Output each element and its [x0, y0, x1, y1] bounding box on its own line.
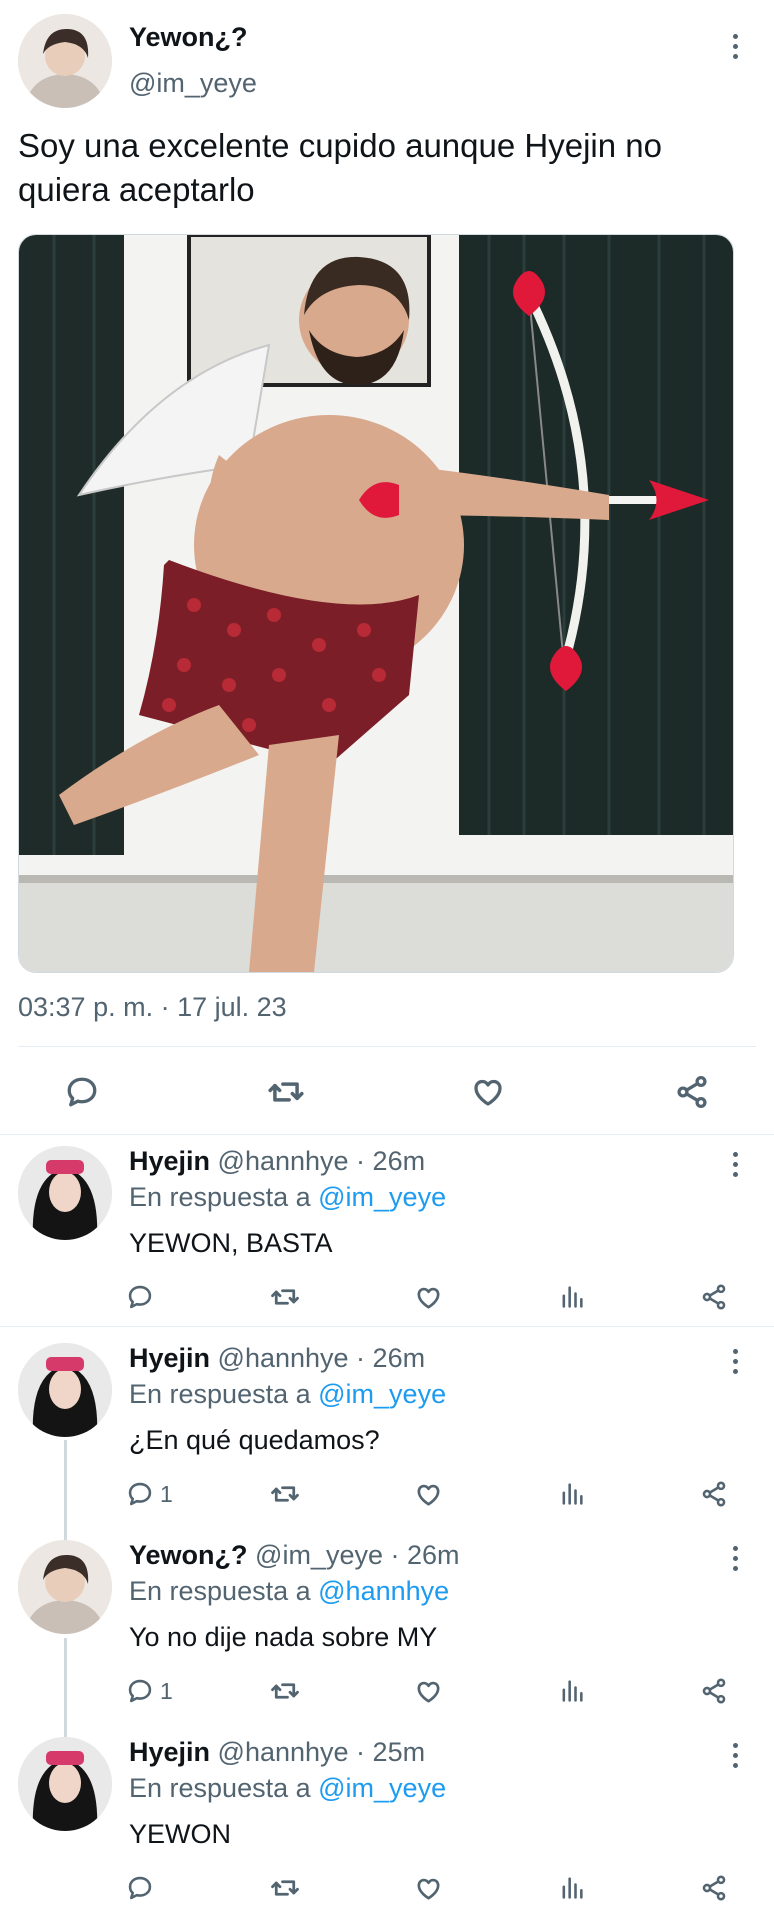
like-icon[interactable]	[414, 1477, 443, 1511]
retweet-icon[interactable]	[270, 1477, 300, 1511]
reply-context: En respuesta a @im_yeye	[129, 1379, 446, 1410]
divider	[18, 1046, 756, 1047]
reply-to-link[interactable]: @im_yeye	[318, 1773, 446, 1803]
reply-count: 1	[160, 1677, 173, 1704]
author-handle[interactable]: @im_yeye	[129, 68, 257, 99]
reply-text: Yo no dije nada sobre MY	[129, 1622, 438, 1652]
more-options-icon[interactable]	[723, 1144, 747, 1184]
reply-header: Hyejin @hannhye · 26m	[129, 1146, 425, 1177]
reply-avatar[interactable]	[18, 1540, 112, 1634]
divider	[0, 1134, 774, 1135]
retweet-icon[interactable]	[270, 1674, 300, 1708]
share-icon[interactable]	[700, 1674, 728, 1708]
tweet-image[interactable]	[18, 234, 734, 973]
reply-count: 1	[160, 1480, 173, 1507]
share-icon[interactable]	[670, 1070, 714, 1114]
reply-display-name[interactable]: Yewon¿?	[129, 1540, 248, 1570]
share-icon[interactable]	[700, 1871, 728, 1905]
views-icon[interactable]	[558, 1477, 586, 1511]
divider	[0, 1326, 774, 1327]
reply-prefix: En respuesta a	[129, 1182, 311, 1212]
reply-to-link[interactable]: @im_yeye	[318, 1182, 446, 1212]
reply-context: En respuesta a @im_yeye	[129, 1773, 446, 1804]
like-icon[interactable]	[414, 1871, 443, 1905]
tweet-timestamp[interactable]: 03:37 p. m. · 17 jul. 23	[18, 992, 287, 1023]
reply-meta[interactable]: @hannhye · 26m	[218, 1146, 426, 1176]
retweet-icon[interactable]	[270, 1280, 300, 1314]
views-icon[interactable]	[558, 1674, 586, 1708]
reply-header: Hyejin @hannhye · 26m	[129, 1343, 425, 1374]
reply-context: En respuesta a @im_yeye	[129, 1182, 446, 1213]
reply-avatar[interactable]	[18, 1146, 112, 1240]
reply-text: YEWON, BASTA	[129, 1228, 333, 1258]
reply-display-name[interactable]: Hyejin	[129, 1737, 210, 1767]
share-icon[interactable]	[700, 1477, 728, 1511]
reply-display-name[interactable]: Hyejin	[129, 1343, 210, 1373]
reply-icon[interactable]	[126, 1280, 160, 1314]
reply-icon[interactable]: 1	[126, 1477, 173, 1511]
reply-display-name[interactable]: Hyejin	[129, 1146, 210, 1176]
like-icon[interactable]	[414, 1674, 443, 1708]
reply-to-link[interactable]: @hannhye	[318, 1576, 449, 1606]
share-icon[interactable]	[700, 1280, 728, 1314]
like-icon[interactable]	[414, 1280, 443, 1314]
views-icon[interactable]	[558, 1871, 586, 1905]
thread-line	[64, 1638, 67, 1738]
reply-meta[interactable]: @im_yeye · 26m	[255, 1540, 459, 1570]
more-options-icon[interactable]	[723, 26, 747, 66]
views-icon[interactable]	[558, 1280, 586, 1314]
reply-avatar[interactable]	[18, 1737, 112, 1831]
reply-meta[interactable]: @hannhye · 26m	[218, 1343, 426, 1373]
reply-text: YEWON	[129, 1819, 232, 1849]
reply-icon[interactable]	[126, 1871, 160, 1905]
retweet-icon[interactable]	[270, 1871, 300, 1905]
thread-line	[64, 1440, 67, 1540]
reply-icon[interactable]: 1	[126, 1674, 173, 1708]
reply-to-link[interactable]: @im_yeye	[318, 1379, 446, 1409]
tweet-text: Soy una excelente cupido aunque Hyejin n…	[18, 127, 662, 208]
retweet-icon[interactable]	[264, 1070, 308, 1114]
reply-meta[interactable]: @hannhye · 25m	[218, 1737, 426, 1767]
reply-prefix: En respuesta a	[129, 1773, 311, 1803]
more-options-icon[interactable]	[723, 1735, 747, 1775]
author-display-name[interactable]: Yewon¿?	[129, 22, 248, 53]
reply-text: ¿En qué quedamos?	[129, 1425, 380, 1455]
author-avatar[interactable]	[18, 14, 112, 108]
like-icon[interactable]	[466, 1070, 510, 1114]
reply-prefix: En respuesta a	[129, 1379, 311, 1409]
reply-header: Hyejin @hannhye · 25m	[129, 1737, 425, 1768]
reply-avatar[interactable]	[18, 1343, 112, 1437]
reply-icon[interactable]	[60, 1070, 104, 1114]
more-options-icon[interactable]	[723, 1538, 747, 1578]
reply-prefix: En respuesta a	[129, 1576, 311, 1606]
reply-context: En respuesta a @hannhye	[129, 1576, 449, 1607]
reply-header: Yewon¿? @im_yeye · 26m	[129, 1540, 460, 1571]
more-options-icon[interactable]	[723, 1341, 747, 1381]
